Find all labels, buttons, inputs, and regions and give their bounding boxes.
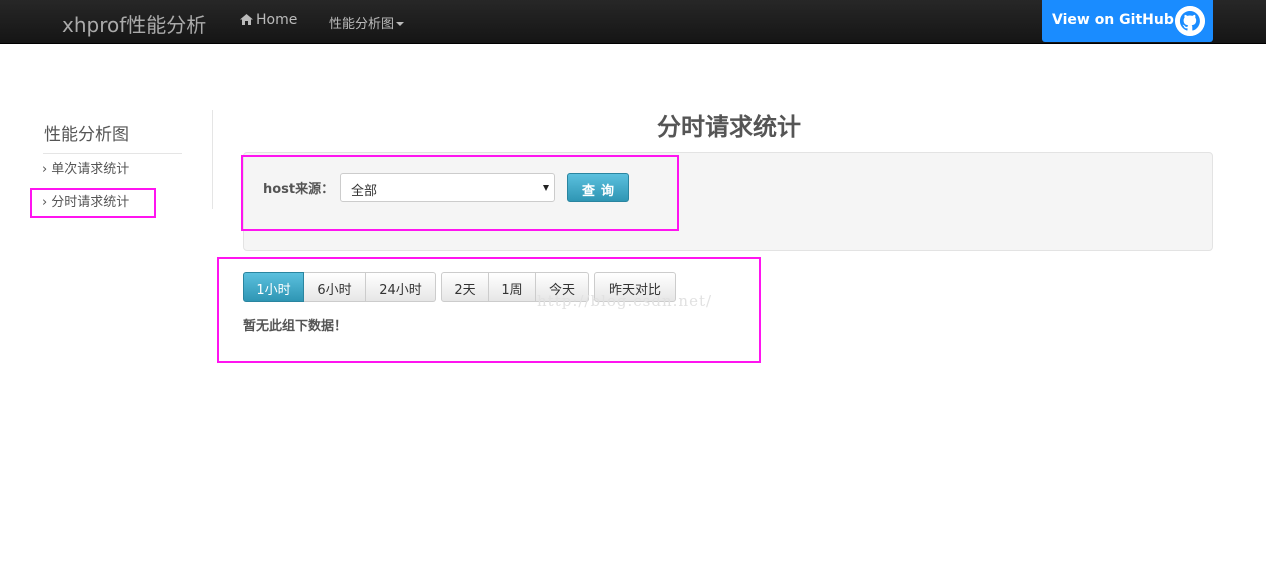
home-icon (240, 14, 253, 25)
highlight-box-form (241, 155, 679, 231)
nav-dropdown-label: 性能分析图 (329, 17, 395, 32)
brand-title[interactable]: xhprof性能分析 (62, 9, 206, 38)
github-octocat-icon (1175, 6, 1205, 36)
sidebar-title: 性能分析图 (44, 125, 129, 145)
caret-down-icon (396, 22, 405, 26)
nav-home-link[interactable]: Home (240, 12, 297, 28)
sidebar-divider (43, 153, 182, 154)
sidebar-separator (212, 110, 213, 209)
highlight-box-results (217, 257, 761, 363)
github-button[interactable]: View on GitHub (1042, 0, 1213, 42)
top-navbar: xhprof性能分析 Home 性能分析图 View on GitHub (0, 0, 1266, 44)
highlight-box-sidebar (30, 188, 156, 218)
nav-home-label: Home (256, 12, 298, 28)
nav-dropdown-perf-charts[interactable]: 性能分析图 (329, 13, 405, 32)
github-button-label: View on GitHub (1052, 12, 1174, 28)
page-title: 分时请求统计 (657, 113, 801, 141)
sidebar-item-single-request[interactable]: › 单次请求统计 (42, 158, 129, 177)
sidebar-item-label: 单次请求统计 (51, 162, 130, 177)
chevron-right-icon: › (42, 162, 48, 177)
